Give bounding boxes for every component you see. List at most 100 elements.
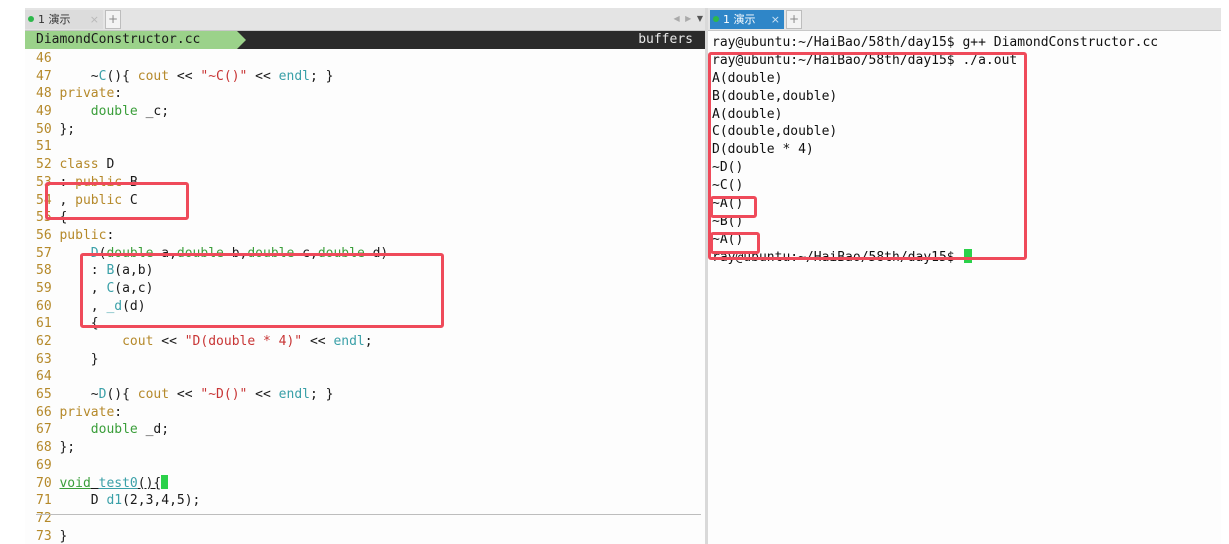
code-line: 46 [36, 50, 388, 68]
modeline-buffers[interactable]: buffers [638, 31, 693, 49]
highlight-box-constructor [80, 253, 444, 328]
line-number: 59 [36, 280, 52, 296]
nav-next-icon[interactable]: ▶ [685, 14, 691, 23]
code-token: "D(double * 4)" [184, 334, 303, 349]
line-number: 62 [36, 334, 52, 349]
code-line: 66 private: [36, 404, 388, 422]
code-token: D [98, 157, 115, 173]
code-line: 73 } [36, 528, 388, 544]
code-token: ~ [59, 68, 99, 84]
right-tab-bar: 1 演示 × + [708, 8, 1221, 31]
tab-left-1[interactable]: 1 演示 × [25, 10, 103, 29]
code-token: d1 [106, 493, 123, 509]
code-token: endl [278, 387, 310, 403]
tab-navigation: ◀ ▶ ▼ [670, 10, 703, 28]
code-token: public [59, 227, 107, 243]
terminal-text: ray@ubuntu:~/HaiBao/58th/day15$ g++ Diam… [712, 35, 1159, 50]
highlight-box-output [708, 52, 1027, 260]
code-token: private [59, 86, 115, 102]
line-number: 50 [36, 121, 52, 137]
tab-label: 1 演示 [723, 13, 756, 26]
modeline-arrow [237, 31, 246, 49]
code-token: ; [364, 334, 373, 349]
highlight-box-inheritance [45, 182, 189, 220]
code-token: cout [122, 334, 154, 349]
line-number: 52 [36, 157, 52, 173]
line-number: 48 [36, 86, 52, 102]
nav-prev-icon[interactable]: ◀ [673, 14, 679, 23]
code-line: 65 ~D(){ cout << "~D()" << endl; } [36, 386, 388, 404]
add-tab-button[interactable]: + [786, 10, 802, 29]
code-line: 56 public: [36, 227, 388, 245]
code-line: 49 double _c; [36, 103, 388, 121]
line-number: 63 [36, 351, 52, 367]
code-token: } [59, 528, 68, 544]
code-token: << [247, 387, 279, 403]
code-token: _d; [137, 422, 170, 438]
status-dot-icon [28, 16, 34, 22]
line-number: 65 [36, 387, 52, 403]
tab-menu-icon[interactable]: ▼ [697, 14, 703, 23]
status-dot-icon [713, 16, 719, 22]
line-number: 69 [36, 457, 52, 473]
code-token: }; [59, 121, 76, 137]
highlight-box-first-destructor-a [710, 196, 757, 218]
tab-label: 1 演示 [38, 13, 71, 26]
code-token: : [114, 404, 123, 420]
code-token: "~C()" [200, 68, 248, 84]
code-token: "~D()" [200, 387, 248, 403]
code-line: 48 private: [36, 85, 388, 103]
code-line: 63 } [36, 351, 388, 369]
code-token: class [59, 157, 99, 173]
code-line: 47 ~C(){ cout << "~C()" << endl; } [36, 68, 388, 86]
tab-right-1[interactable]: 1 演示 × [710, 10, 784, 29]
screen: 1 演示 × + ◀ ▶ ▼ 1 演示 × + DiamondConstruct… [25, 8, 1221, 544]
cursor-line-underline [36, 514, 701, 515]
line-number: 61 [36, 316, 52, 332]
code-token: cout [137, 68, 170, 84]
close-tab-icon[interactable]: × [90, 10, 99, 29]
modeline-filename: DiamondConstructor.cc [25, 31, 237, 49]
left-tab-bar: 1 演示 × + ◀ ▶ ▼ [25, 8, 705, 31]
text-cursor [161, 474, 169, 489]
code-token: << [169, 68, 201, 84]
code-token: << [247, 68, 279, 84]
line-number: 68 [36, 440, 52, 456]
terminal-pane[interactable]: ray@ubuntu:~/HaiBao/58th/day15$ g++ Diam… [708, 31, 1221, 544]
code-line: 50 }; [36, 121, 388, 139]
editor-pane[interactable]: DiamondConstructor.cc buffers 46 47 ~C()… [25, 31, 705, 544]
code-token: << [302, 334, 334, 349]
code-token: : [106, 227, 115, 243]
line-number: 49 [36, 104, 52, 120]
add-tab-button[interactable]: + [105, 10, 121, 29]
code-line: 69 [36, 457, 388, 475]
code-token: : [114, 86, 123, 102]
line-number: 57 [36, 245, 52, 261]
close-tab-icon[interactable]: × [771, 10, 780, 29]
line-number: 60 [36, 298, 52, 314]
code-line: 52 class D [36, 156, 388, 174]
line-number: 70 [36, 475, 52, 491]
line-number: 66 [36, 404, 52, 420]
code-line: 67 double _d; [36, 421, 388, 439]
highlight-box-second-destructor-a [710, 232, 760, 254]
code-token: }; [59, 440, 76, 456]
code-token: << [169, 387, 201, 403]
code-token: cout [137, 387, 170, 403]
line-number: 47 [36, 68, 52, 84]
line-number: 64 [36, 369, 52, 385]
code-line: 64 [36, 368, 388, 386]
code-token: (){ [106, 387, 138, 403]
code-token: ~ [59, 387, 99, 403]
code-token: ; } [309, 387, 334, 403]
line-number: 58 [36, 263, 52, 279]
line-number: 73 [36, 528, 52, 544]
code-token: endl [333, 334, 365, 349]
line-number: 46 [36, 51, 52, 66]
code-token: endl [278, 68, 310, 84]
line-number: 67 [36, 422, 52, 438]
